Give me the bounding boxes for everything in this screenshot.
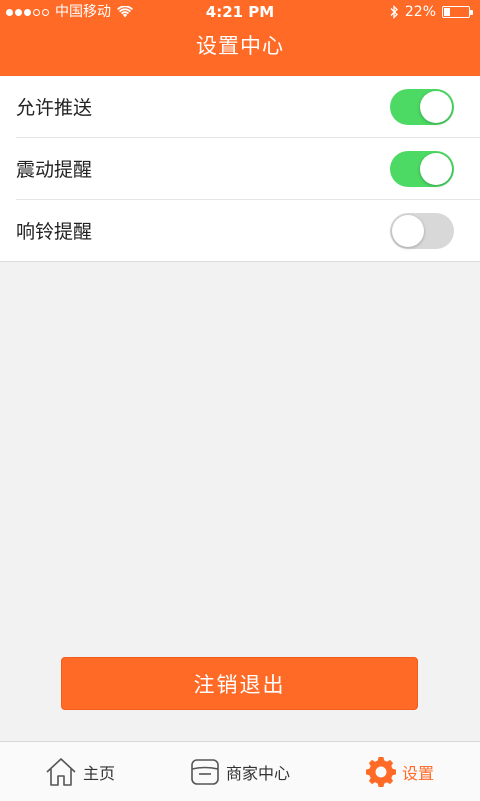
setting-label: 响铃提醒 bbox=[16, 221, 93, 243]
bluetooth-icon bbox=[390, 5, 398, 19]
battery-percent: 22% bbox=[404, 4, 436, 20]
settings-list: 允许推送 震动提醒 响铃提醒 bbox=[0, 76, 480, 262]
status-bar: 中国移动 4:21 PM 22% bbox=[0, 0, 480, 24]
setting-label: 震动提醒 bbox=[16, 159, 93, 181]
tab-label: 设置 bbox=[401, 763, 434, 783]
battery-icon bbox=[442, 6, 473, 18]
push-toggle[interactable] bbox=[390, 88, 454, 125]
tab-label: 主页 bbox=[82, 763, 115, 783]
gear-icon bbox=[365, 756, 396, 787]
setting-row-vibrate: 震动提醒 bbox=[16, 138, 480, 200]
tab-settings[interactable]: 设置 bbox=[320, 742, 480, 801]
toggle-knob bbox=[420, 152, 452, 185]
store-icon bbox=[191, 758, 219, 785]
logout-button[interactable]: 注销退出 bbox=[61, 657, 418, 710]
tab-label: 商家中心 bbox=[225, 763, 290, 783]
setting-row-ring: 响铃提醒 bbox=[16, 200, 480, 261]
toggle-knob bbox=[420, 90, 452, 123]
page-title: 设置中心 bbox=[196, 34, 284, 58]
setting-row-push: 允许推送 bbox=[16, 76, 480, 138]
home-icon bbox=[46, 757, 76, 786]
setting-label: 允许推送 bbox=[16, 97, 93, 119]
tab-bar: 主页 商家中心 设置 bbox=[0, 741, 480, 801]
vibrate-toggle[interactable] bbox=[390, 150, 454, 187]
app-header: 中国移动 4:21 PM 22% 设置中心 bbox=[0, 0, 480, 76]
toggle-knob bbox=[392, 214, 424, 247]
tab-home[interactable]: 主页 bbox=[0, 742, 160, 801]
tab-store-center[interactable]: 商家中心 bbox=[160, 742, 320, 801]
ring-toggle[interactable] bbox=[390, 212, 454, 249]
